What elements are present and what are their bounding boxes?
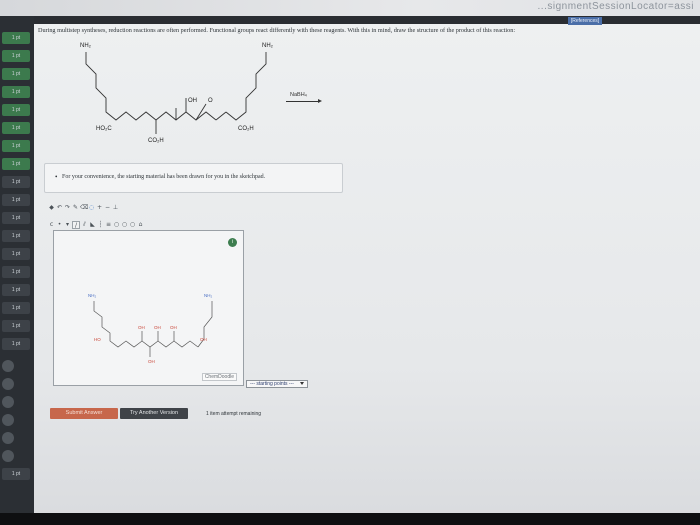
zoom-out-icon[interactable]: − — [104, 204, 111, 212]
nav-item[interactable]: 1 pt — [2, 302, 30, 314]
ruler-icon[interactable]: ⊥ — [112, 204, 119, 212]
oh-sketch-3: OH — [170, 325, 177, 330]
undo-icon[interactable]: ↶ — [56, 204, 63, 212]
nav-item[interactable]: 1 pt — [2, 194, 30, 206]
bottom-bar — [0, 513, 700, 525]
clear-icon[interactable]: ⌫ — [80, 204, 88, 212]
dropdown-small-icon[interactable]: ▾ — [64, 221, 71, 229]
oh-sketch-right: OH — [200, 337, 207, 342]
nav-item[interactable]: 1 pt — [2, 320, 30, 332]
status-circle-icon[interactable] — [2, 450, 14, 462]
dash-bond-icon[interactable]: ┆ — [97, 221, 104, 229]
oh-sketch-2: OH — [154, 325, 161, 330]
status-circle-icon[interactable] — [2, 396, 14, 408]
nav-item[interactable]: 1 pt — [2, 284, 30, 296]
status-circle-icon[interactable] — [2, 360, 14, 372]
references-link[interactable]: [References] — [568, 17, 602, 25]
question-text: During multistep syntheses, reduction re… — [38, 27, 516, 34]
bullet-icon: • — [55, 173, 58, 181]
nav-item[interactable]: 1 pt — [2, 140, 30, 152]
note-text: For your convenience, the starting mater… — [62, 174, 266, 180]
ho2c-label: HO₂C — [96, 126, 112, 132]
left-nav-strip: 1 pt 1 pt 1 pt 1 pt 1 pt 1 pt 1 pt 1 pt … — [0, 16, 34, 513]
template-icon[interactable]: ⌂ — [137, 221, 144, 229]
sketch-toolbar-top: ◆ ↶ ↷ ✎ ⌫ ◌ + − ⊥ — [48, 204, 119, 214]
submit-answer-button[interactable]: Submit Answer — [50, 408, 118, 419]
reagent-label: NaBH₄ — [290, 92, 307, 98]
ring-3-icon[interactable]: ○ — [129, 221, 136, 229]
try-another-version-button[interactable]: Try Another Version — [120, 408, 188, 419]
oh-sketch-1: OH — [138, 325, 145, 330]
atom-icon[interactable]: • — [56, 221, 63, 229]
status-circle-icon[interactable] — [2, 432, 14, 444]
sketch-toolbar-bottom: c • ▾ / ⫽ ◣ ┆ ≡ ○ ○ ○ ⌂ — [48, 220, 144, 230]
nav-item[interactable]: 1 pt — [2, 212, 30, 224]
select-value: --- starting points --- — [250, 381, 294, 387]
attempts-remaining: 1 item attempt remaining — [206, 411, 262, 417]
redo-icon[interactable]: ↷ — [64, 204, 71, 212]
nav-item[interactable]: 1 pt — [2, 104, 30, 116]
o-label: O — [208, 98, 213, 104]
wedge-bond-icon[interactable]: ◣ — [89, 221, 96, 229]
co2h-label-bottom: CO₂H — [148, 138, 164, 144]
double-bond-icon[interactable]: ⫽ — [81, 221, 88, 229]
status-circle-icon[interactable] — [2, 414, 14, 426]
oh-sketch-bottom: OH — [148, 359, 155, 364]
nh2-sketch-right: NH₂ — [204, 293, 212, 298]
chemdoodle-sketchpad[interactable]: i NH₂ NH₂ OH OH OH HO OH OH ChemDoodle — [53, 230, 244, 386]
pen-icon[interactable]: ✎ — [72, 204, 79, 212]
starting-points-select[interactable]: --- starting points --- — [246, 380, 308, 388]
zoom-in-icon[interactable]: + — [96, 204, 103, 212]
reaction-arrow-icon — [286, 99, 322, 103]
sketch-structure: NH₂ NH₂ OH OH OH HO OH OH — [88, 293, 212, 364]
nh2-sketch-left: NH₂ — [88, 293, 96, 298]
lasso-icon[interactable]: ◌ — [88, 204, 95, 212]
oh-label: OH — [188, 98, 197, 104]
nh2-label-left: NH₂ — [80, 43, 92, 49]
ho-sketch: HO — [94, 337, 101, 342]
triple-bond-icon[interactable]: ≡ — [105, 221, 112, 229]
ring-6-icon[interactable]: ○ — [113, 221, 120, 229]
note-box: • For your convenience, the starting mat… — [44, 163, 343, 193]
nav-item[interactable]: 1 pt — [2, 248, 30, 260]
nav-item[interactable]: 1 pt — [2, 86, 30, 98]
url-fragment: ...signmentSessionLocator=assi — [537, 1, 694, 12]
nav-item[interactable]: 1 pt — [2, 122, 30, 134]
nav-item[interactable]: 1 pt — [2, 338, 30, 350]
question-panel: [References] During multistep syntheses,… — [34, 16, 700, 513]
co2h-label-right: CO₂H — [238, 126, 254, 132]
nav-item[interactable]: 1 pt — [2, 50, 30, 62]
nav-item[interactable]: 1 pt — [2, 176, 30, 188]
nav-item[interactable]: 1 pt — [2, 32, 30, 44]
status-circle-icon[interactable] — [2, 378, 14, 390]
nav-item[interactable]: 1 pt — [2, 158, 30, 170]
nav-item[interactable]: 1 pt — [2, 468, 30, 480]
chemdoodle-brand: ChemDoodle — [201, 373, 237, 381]
nav-item[interactable]: 1 pt — [2, 266, 30, 278]
nh2-label-right: NH₂ — [262, 43, 274, 49]
open-icon[interactable]: ◆ — [48, 204, 55, 212]
nav-item[interactable]: 1 pt — [2, 68, 30, 80]
ring-5-icon[interactable]: ○ — [121, 221, 128, 229]
starting-material-structure: NH₂ NH₂ OH O HO₂C CO₂H CO₂H — [80, 43, 274, 144]
single-bond-icon[interactable]: / — [72, 221, 80, 229]
browser-top-bar: ...signmentSessionLocator=assi — [0, 0, 700, 16]
chevron-down-icon — [300, 382, 304, 385]
nav-item[interactable]: 1 pt — [2, 230, 30, 242]
chain-icon[interactable]: c — [48, 221, 55, 229]
